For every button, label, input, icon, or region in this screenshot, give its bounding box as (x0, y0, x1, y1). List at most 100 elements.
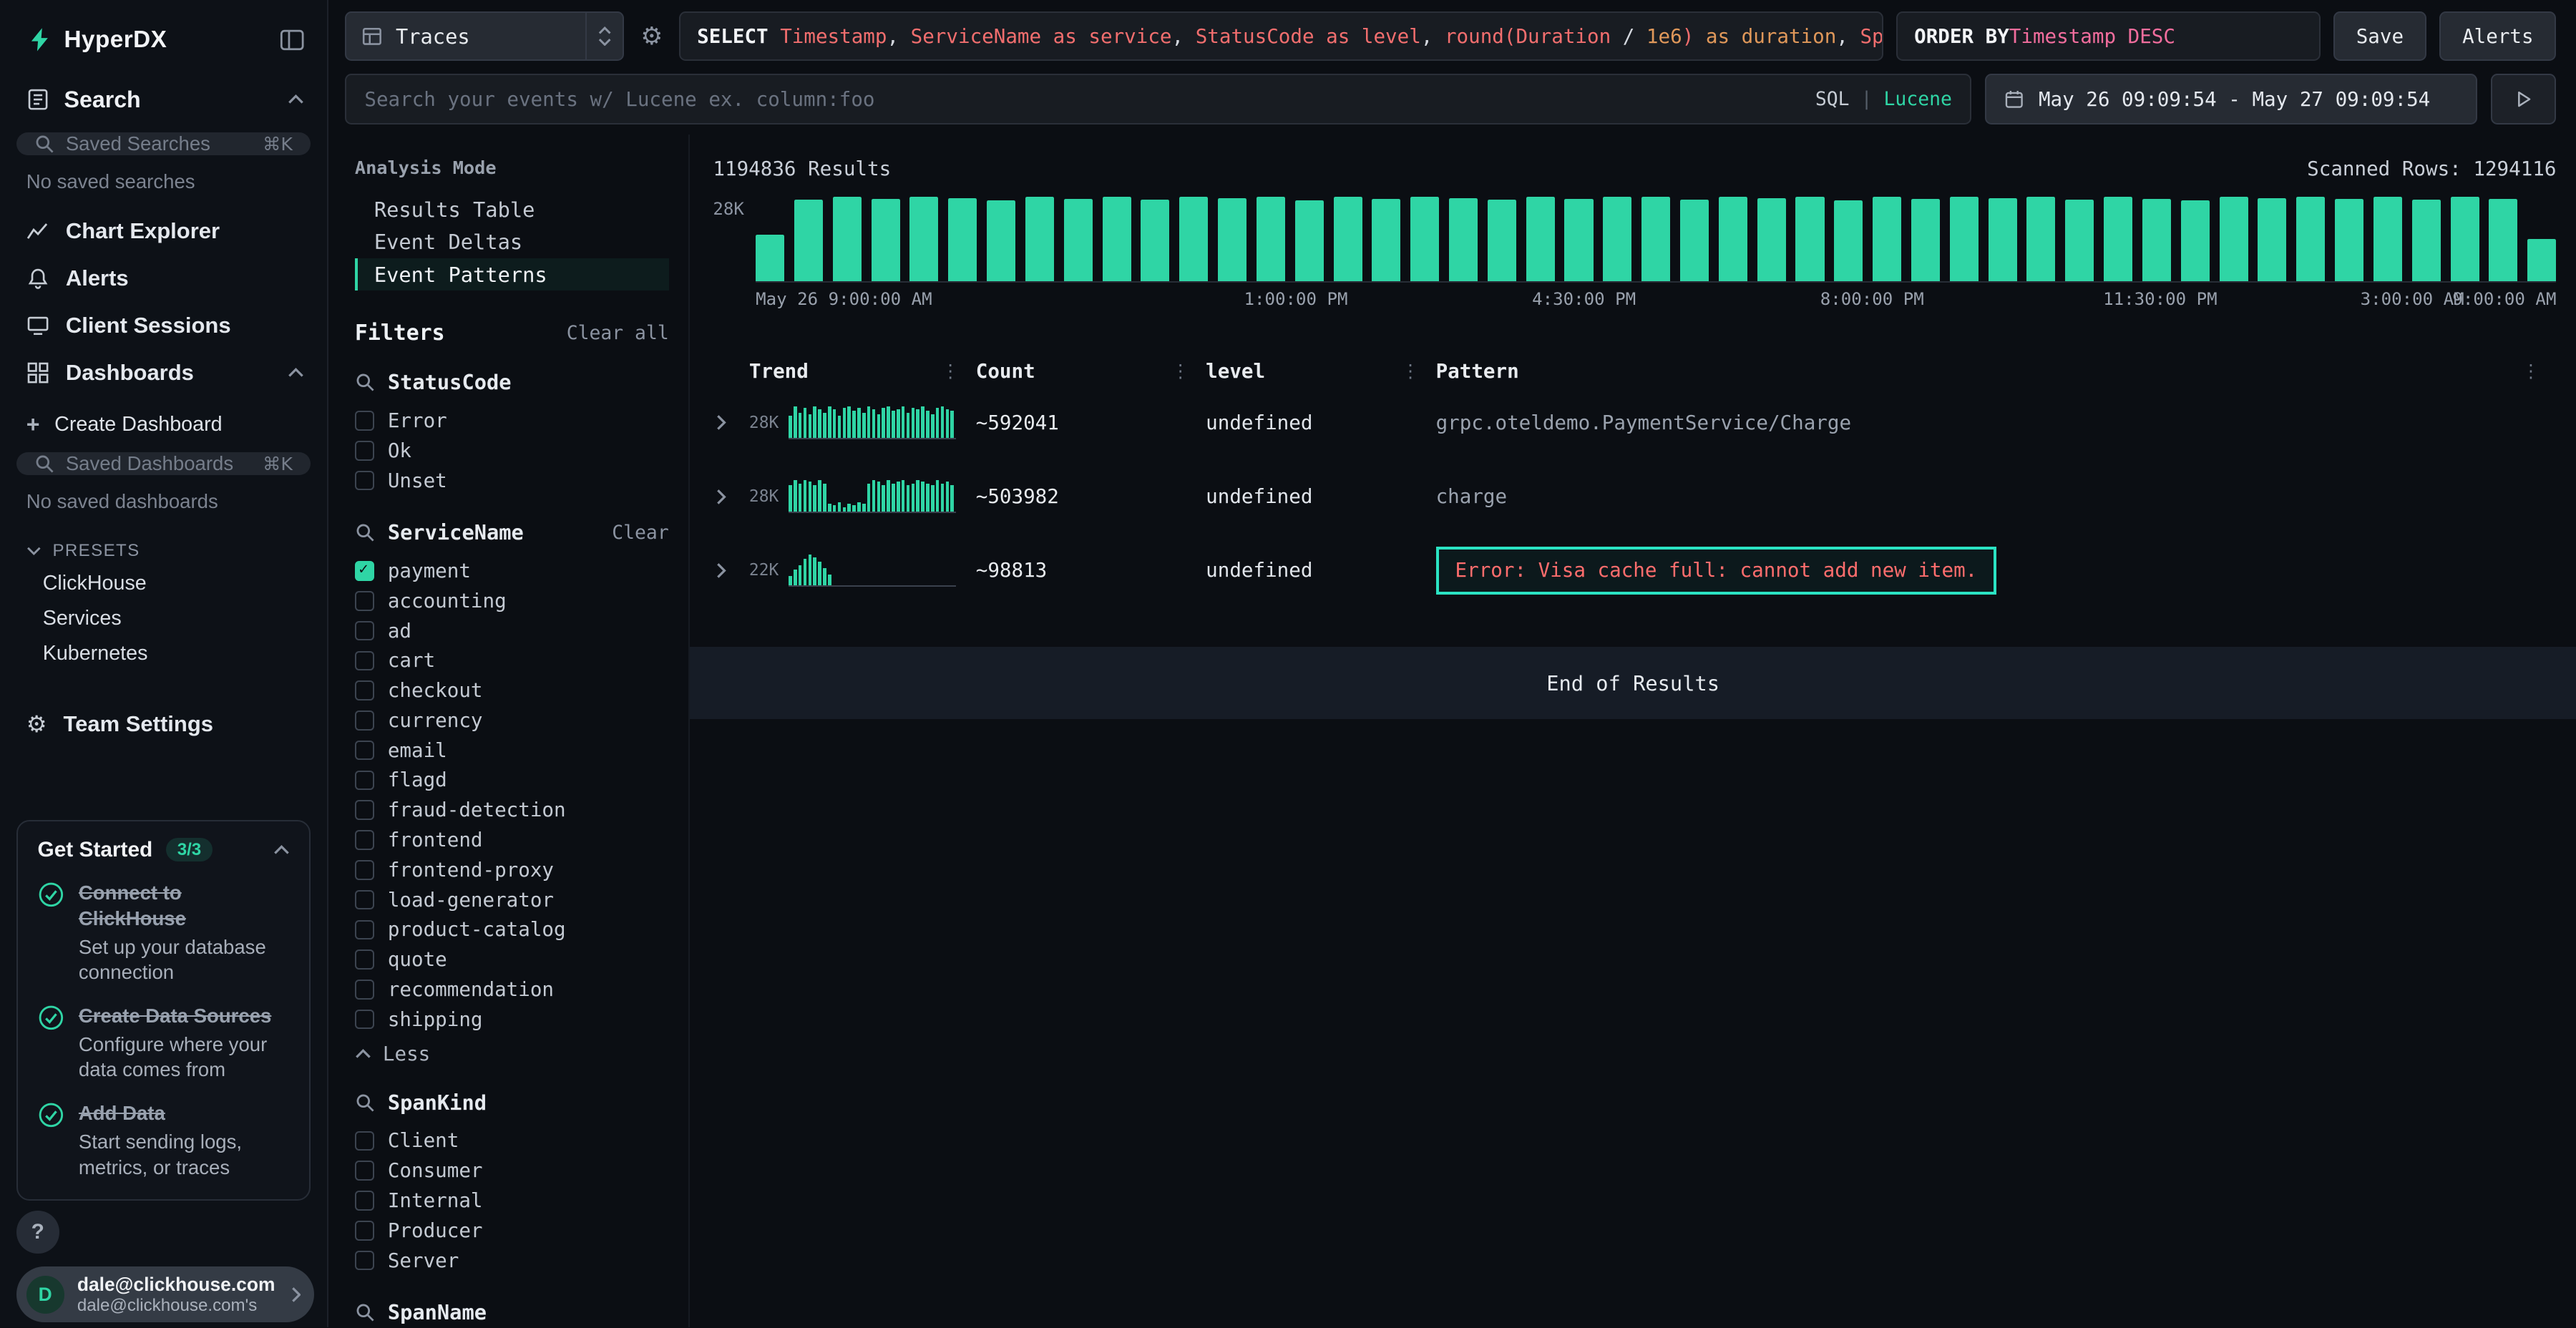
checkbox[interactable] (355, 1221, 375, 1241)
checkbox[interactable] (355, 651, 375, 671)
order-by-input[interactable]: ORDER BY Timestamp DESC (1896, 11, 2320, 61)
histogram-bar[interactable] (1025, 197, 1054, 280)
histogram-bar[interactable] (1295, 200, 1324, 281)
filter-option-cart[interactable]: cart (355, 645, 669, 675)
filter-option-frontend-proxy[interactable]: frontend-proxy (355, 855, 669, 885)
brand[interactable]: HyperDX (26, 26, 167, 54)
filter-option-ad[interactable]: ad (355, 616, 669, 646)
filter-option-frontend[interactable]: frontend (355, 825, 669, 855)
histogram-bar[interactable] (1141, 200, 1169, 281)
sidebar-item-search[interactable]: Search (0, 73, 327, 126)
get-started-header[interactable]: Get Started 3/3 (38, 838, 290, 862)
checkbox[interactable] (355, 771, 375, 791)
histogram-bar[interactable] (948, 198, 977, 281)
column-menu-icon[interactable]: ⋮ (2522, 361, 2540, 381)
alerts-button[interactable]: Alerts (2439, 11, 2556, 61)
filter-option-quote[interactable]: quote (355, 944, 669, 975)
checkbox[interactable] (355, 621, 375, 641)
checkbox[interactable] (355, 830, 375, 850)
expand-row-icon[interactable] (713, 414, 749, 431)
checkbox[interactable] (355, 1191, 375, 1211)
histogram-bar[interactable] (1989, 198, 2017, 281)
histogram-bar[interactable] (1410, 197, 1439, 280)
analysis-mode-results-table[interactable]: Results Table (355, 193, 669, 225)
sidebar-item-kubernetes[interactable]: Kubernetes (0, 636, 327, 671)
histogram-bar[interactable] (2373, 197, 2402, 280)
histogram-bar[interactable] (987, 200, 1015, 281)
pattern-row[interactable]: 28K~592041undefinedgrpc.oteldemo.Payment… (713, 386, 2556, 459)
column-header-level[interactable]: level⋮ (1206, 360, 1435, 383)
histogram-bar[interactable] (1334, 197, 1362, 280)
checkbox[interactable] (355, 1161, 375, 1181)
filter-option-recommendation[interactable]: recommendation (355, 975, 669, 1005)
filter-option-unset[interactable]: Unset (355, 466, 669, 496)
column-menu-icon[interactable]: ⋮ (1401, 361, 1419, 381)
histogram-bar[interactable] (2489, 199, 2517, 281)
histogram-bar[interactable] (1257, 197, 1285, 280)
filter-option-producer[interactable]: Producer (355, 1216, 669, 1246)
show-less-button[interactable]: Less (355, 1043, 669, 1065)
pattern-row[interactable]: 22K~98813undefinedError: Visa cache full… (713, 534, 2556, 607)
histogram-bar[interactable] (2181, 200, 2210, 281)
checkbox[interactable] (355, 561, 375, 581)
get-started-step[interactable]: Connect to ClickHouseSet up your databas… (38, 880, 290, 985)
column-header-pattern[interactable]: Pattern⋮ (1436, 360, 2557, 383)
histogram-bar[interactable] (1603, 197, 1631, 280)
saved-searches-input[interactable]: Saved Searches ⌘K (16, 132, 311, 155)
histogram-bar[interactable] (2065, 200, 2094, 281)
sql-query-editor[interactable]: SELECT Timestamp, ServiceName as service… (679, 11, 1883, 61)
filter-option-payment[interactable]: payment (355, 556, 669, 586)
clear-all-filters-button[interactable]: Clear all (567, 322, 669, 344)
collapse-sidebar-icon[interactable] (280, 29, 304, 51)
error-pattern-chip[interactable]: Error: Visa cache full: cannot add new i… (1436, 547, 1997, 595)
checkbox[interactable] (355, 441, 375, 461)
histogram-bar[interactable] (1795, 197, 1824, 280)
histogram-bar[interactable] (2451, 197, 2479, 280)
histogram-bar[interactable] (1488, 200, 1516, 281)
checkbox[interactable] (355, 860, 375, 880)
save-button[interactable]: Save (2333, 11, 2426, 61)
histogram-bar[interactable] (1218, 198, 1246, 281)
column-header-trend[interactable]: Trend⋮ (749, 360, 976, 383)
help-button[interactable]: ? (16, 1211, 59, 1254)
sidebar-item-dashboards[interactable]: Dashboards (0, 349, 327, 396)
filter-option-email[interactable]: email (355, 736, 669, 766)
histogram-bar[interactable] (1372, 199, 1400, 281)
histogram-bar[interactable] (1064, 199, 1093, 281)
filter-option-load-generator[interactable]: load-generator (355, 885, 669, 915)
histogram-bar[interactable] (1950, 197, 1979, 280)
get-started-step[interactable]: Create Data SourcesConfigure where your … (38, 1003, 290, 1083)
histogram-bar[interactable] (756, 235, 784, 281)
column-header-count[interactable]: Count⋮ (976, 360, 1206, 383)
histogram-bar[interactable] (833, 197, 862, 280)
create-dashboard-button[interactable]: + Create Dashboard (0, 396, 327, 446)
filter-option-ok[interactable]: Ok (355, 436, 669, 466)
run-query-button[interactable] (2491, 74, 2557, 125)
presets-toggle[interactable]: PRESETS (0, 527, 327, 565)
checkbox[interactable] (355, 591, 375, 611)
sql-mode-toggle[interactable]: SQL (1815, 88, 1850, 110)
column-menu-icon[interactable]: ⋮ (942, 361, 960, 381)
filter-option-error[interactable]: Error (355, 406, 669, 436)
saved-dashboards-input[interactable]: Saved Dashboards ⌘K (16, 452, 311, 475)
source-select[interactable]: Traces (345, 11, 624, 61)
histogram-bar[interactable] (1179, 197, 1208, 280)
filter-option-product-catalog[interactable]: product-catalog (355, 914, 669, 944)
search-icon[interactable] (355, 522, 375, 542)
histogram-bar[interactable] (794, 200, 823, 281)
histogram-bar[interactable] (1641, 197, 1670, 280)
clear-filter-button[interactable]: Clear (612, 522, 668, 544)
sidebar-item-client-sessions[interactable]: Client Sessions (0, 302, 327, 349)
filter-option-shipping[interactable]: shipping (355, 1005, 669, 1035)
pattern-row[interactable]: 28K~503982undefinedcharge (713, 459, 2556, 533)
sidebar-item-alerts[interactable]: Alerts (0, 255, 327, 302)
histogram-bar[interactable] (2220, 197, 2248, 280)
histogram-bar[interactable] (1757, 198, 1786, 281)
sidebar-item-chart-explorer[interactable]: Chart Explorer (0, 208, 327, 255)
histogram-bar[interactable] (1873, 197, 1901, 280)
histogram-bar[interactable] (1834, 200, 1863, 281)
filter-option-consumer[interactable]: Consumer (355, 1156, 669, 1186)
search-icon[interactable] (355, 372, 375, 392)
histogram-bar[interactable] (1449, 198, 1478, 281)
sidebar-item-clickhouse[interactable]: ClickHouse (0, 566, 327, 601)
